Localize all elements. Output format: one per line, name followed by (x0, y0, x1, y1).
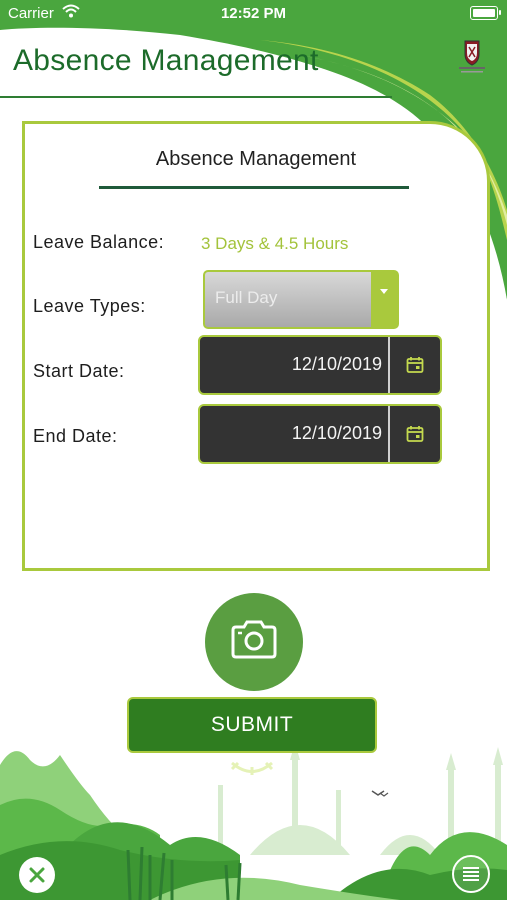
camera-button[interactable] (205, 593, 303, 691)
leave-type-dropdown[interactable]: Full Day (203, 270, 399, 329)
leave-balance-value: 3 Days & 4.5 Hours (201, 234, 349, 253)
title-divider (0, 96, 392, 98)
start-date-field[interactable]: 12/10/2019 (198, 335, 442, 395)
camera-icon (231, 620, 277, 659)
menu-icon (463, 867, 479, 881)
field-separator (388, 406, 390, 462)
submit-button[interactable]: SUBMIT (127, 697, 377, 753)
landscape-decoration (0, 743, 507, 900)
start-date-value: 12/10/2019 (291, 354, 382, 374)
end-date-label: End Date: (33, 426, 118, 446)
chevron-down-icon (380, 289, 388, 294)
start-date-label: Start Date: (33, 361, 125, 381)
calendar-icon[interactable] (405, 424, 425, 449)
absence-form-card: Absence Management Leave Balance: 3 Days… (22, 121, 490, 571)
leave-balance-label: Leave Balance: (33, 232, 165, 252)
page-title: Absence Management (13, 44, 319, 77)
close-button[interactable] (19, 857, 55, 893)
end-date-value: 12/10/2019 (291, 423, 382, 443)
close-icon (29, 867, 45, 883)
leave-type-selected: Full Day (215, 288, 278, 307)
calendar-icon[interactable] (405, 355, 425, 380)
field-separator (388, 337, 390, 393)
dropdown-toggle[interactable] (371, 272, 397, 327)
menu-button[interactable] (452, 855, 490, 893)
leave-types-label: Leave Types: (33, 296, 146, 316)
university-crest-icon (459, 40, 485, 73)
end-date-field[interactable]: 12/10/2019 (198, 404, 442, 464)
form-title-underline (99, 186, 409, 189)
form-title: Absence Management (155, 148, 357, 170)
